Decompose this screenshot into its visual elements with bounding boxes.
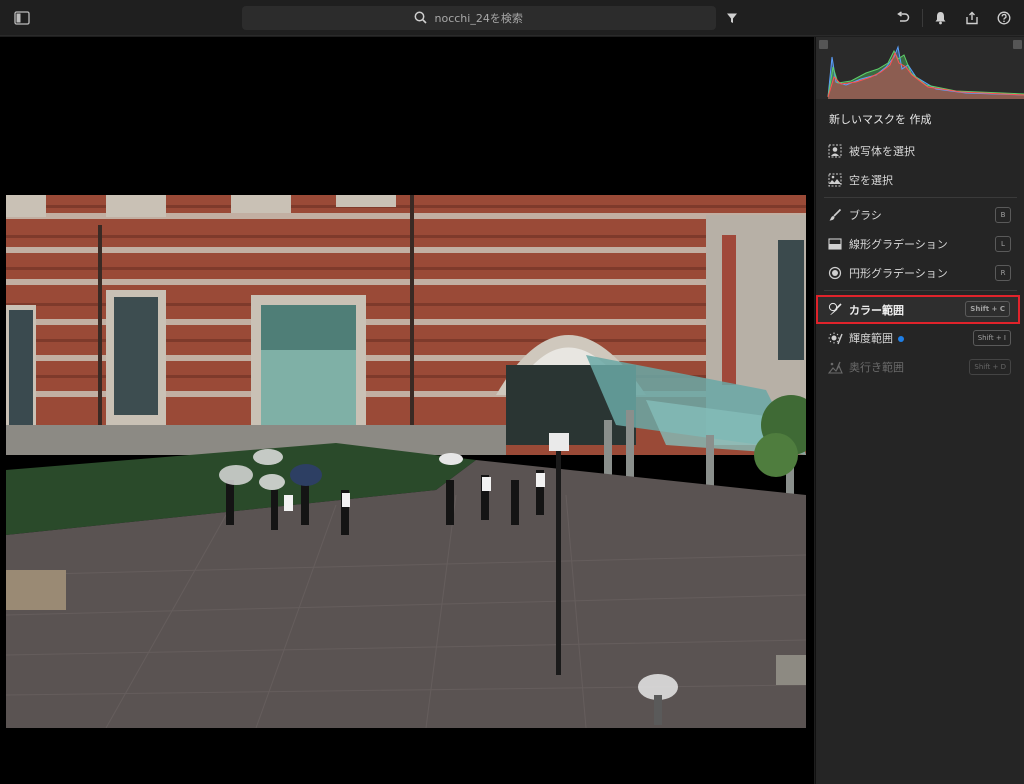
shortcut-badge: L	[995, 236, 1011, 252]
shortcut-badge: Shift + D	[969, 359, 1011, 375]
radial-gradient-icon	[827, 265, 843, 281]
select-sky-item[interactable]: 空を選択	[816, 167, 1024, 193]
filter-icon[interactable]	[722, 8, 742, 28]
photo-canvas[interactable]	[0, 37, 814, 784]
panel-divider	[824, 290, 1017, 291]
luminance-range-item[interactable]: 輝度範囲 Shift + I	[816, 325, 1024, 351]
panel-divider	[824, 197, 1017, 198]
color-range-icon	[827, 302, 843, 318]
brush-item[interactable]: ブラシ B	[816, 202, 1024, 228]
new-feature-badge	[898, 336, 904, 342]
select-subject-item[interactable]: 被写体を選択	[816, 138, 1024, 164]
brush-icon	[827, 207, 843, 223]
shortcut-badge: Shift + I	[972, 330, 1011, 346]
linear-gradient-icon	[827, 236, 843, 252]
sky-icon	[827, 172, 843, 188]
sidebar-toggle-icon[interactable]	[12, 8, 32, 28]
undo-icon[interactable]	[893, 8, 913, 28]
search-icon	[414, 9, 427, 28]
depth-range-icon	[827, 359, 843, 375]
shortcut-badge: R	[995, 265, 1011, 281]
depth-range-item: 奥行き範囲 Shift + D	[816, 354, 1024, 380]
shortcut-badge: Shift + C	[965, 301, 1010, 317]
shortcut-badge: B	[995, 207, 1011, 223]
top-toolbar	[0, 0, 1024, 36]
radial-gradient-item[interactable]: 円形グラデーション R	[816, 260, 1024, 286]
share-icon[interactable]	[962, 8, 982, 28]
photo-image	[6, 195, 806, 728]
toolbar-divider	[922, 9, 923, 27]
luminance-range-icon	[827, 330, 843, 346]
person-icon	[827, 143, 843, 159]
panel-title: 新しいマスクを 作成	[829, 113, 932, 126]
search-input[interactable]	[434, 11, 545, 25]
mask-panel: 新しいマスクを 作成 被写体を選択 空を選択 ブラシ B 線形グラデーション L	[815, 37, 1024, 784]
color-range-item[interactable]: カラー範囲 Shift + C	[816, 295, 1020, 324]
histogram	[816, 37, 1024, 99]
linear-gradient-item[interactable]: 線形グラデーション L	[816, 231, 1024, 257]
notification-bell-icon[interactable]	[930, 8, 950, 28]
search-bar[interactable]	[242, 6, 716, 30]
help-icon[interactable]	[994, 8, 1014, 28]
